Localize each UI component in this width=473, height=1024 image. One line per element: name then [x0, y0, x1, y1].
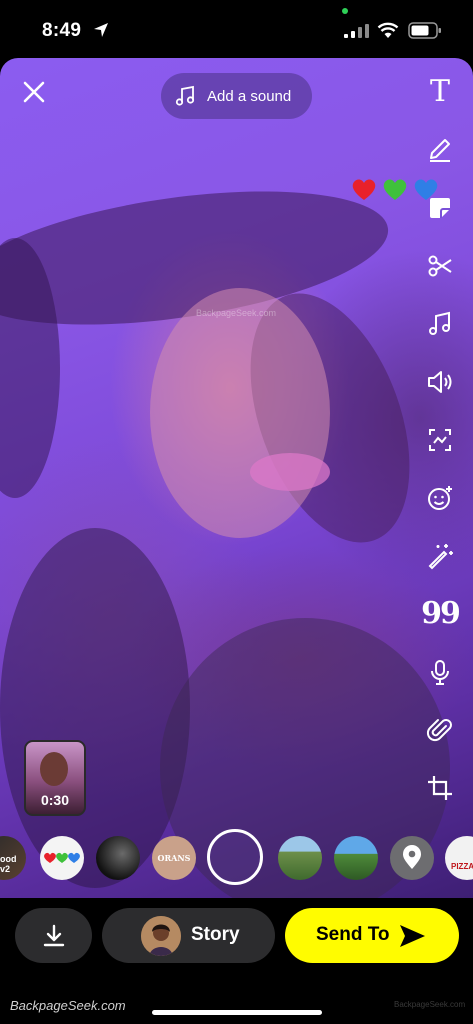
speaker-icon[interactable]: [424, 366, 456, 398]
download-icon: [43, 924, 64, 946]
preview-watermark: BackpageSeek.com: [196, 308, 277, 318]
lens-hearts[interactable]: [40, 836, 84, 880]
status-bar: 8:49: [0, 0, 473, 58]
send-to-label: Send To: [316, 924, 390, 945]
magic-wand-icon[interactable]: [424, 540, 456, 572]
lens-pizza-label: PIZZA: [451, 862, 473, 871]
home-indicator[interactable]: [152, 1010, 322, 1015]
camera-in-use-dot: [342, 8, 348, 14]
pencil-icon[interactable]: [424, 134, 456, 166]
text-icon[interactable]: T: [424, 76, 456, 108]
quote-icon[interactable]: 99: [421, 598, 461, 630]
pillow-shape: [0, 528, 190, 888]
music-note-icon: [175, 85, 195, 106]
microphone-icon[interactable]: [424, 656, 456, 688]
story-label: Story: [191, 924, 240, 945]
add-sound-button[interactable]: Add a sound: [161, 73, 312, 119]
send-to-button[interactable]: Send To: [285, 908, 459, 963]
lens-brand-label: ORANS: [157, 853, 191, 863]
thumbnail-duration: 0:30: [40, 792, 70, 808]
crop-icon[interactable]: [424, 772, 456, 804]
scissors-icon[interactable]: [424, 250, 456, 282]
hearts-icon: [44, 852, 80, 863]
bottom-bar: Story Send To BackpageSeek.com BackpageS…: [0, 898, 473, 1024]
paperclip-icon[interactable]: [424, 714, 456, 746]
lens-brand[interactable]: ORANS: [152, 836, 196, 880]
red-heart-icon: [352, 179, 376, 200]
face-shape: [150, 288, 330, 538]
status-time: 8:49: [42, 20, 82, 41]
map-pin-icon: [403, 845, 421, 869]
lens-dark-photo[interactable]: [96, 836, 140, 880]
lips-shape: [250, 453, 330, 491]
location-arrow-icon: [94, 23, 108, 37]
lens-landscape-2[interactable]: [334, 836, 378, 880]
memory-thumbnail[interactable]: 0:30: [24, 740, 86, 816]
green-heart-icon: [383, 179, 407, 200]
music-note-icon[interactable]: [424, 308, 456, 340]
battery-icon: [408, 22, 441, 39]
small-watermark: BackpageSeek.com: [394, 1000, 466, 1009]
send-arrow-icon: [400, 925, 425, 947]
close-icon[interactable]: [18, 76, 50, 108]
lens-partial-label: ood v2: [0, 854, 17, 874]
sticker-icon[interactable]: [424, 192, 456, 224]
capture-button[interactable]: [207, 829, 263, 885]
bitmoji-avatar-icon: [141, 916, 181, 956]
add-sound-label: Add a sound: [207, 87, 292, 105]
wifi-icon: [377, 22, 399, 38]
avatar: [141, 916, 181, 956]
smiley-plus-icon[interactable]: [424, 482, 456, 514]
lens-location[interactable]: [390, 836, 434, 880]
thumbnail-photo: [40, 752, 68, 786]
brand-watermark: BackpageSeek.com: [10, 998, 126, 1013]
frame-icon[interactable]: [424, 424, 456, 456]
lens-landscape-1[interactable]: [278, 836, 322, 880]
save-button[interactable]: [15, 908, 92, 963]
signal-icon: [344, 24, 369, 38]
story-button[interactable]: Story: [102, 908, 275, 963]
